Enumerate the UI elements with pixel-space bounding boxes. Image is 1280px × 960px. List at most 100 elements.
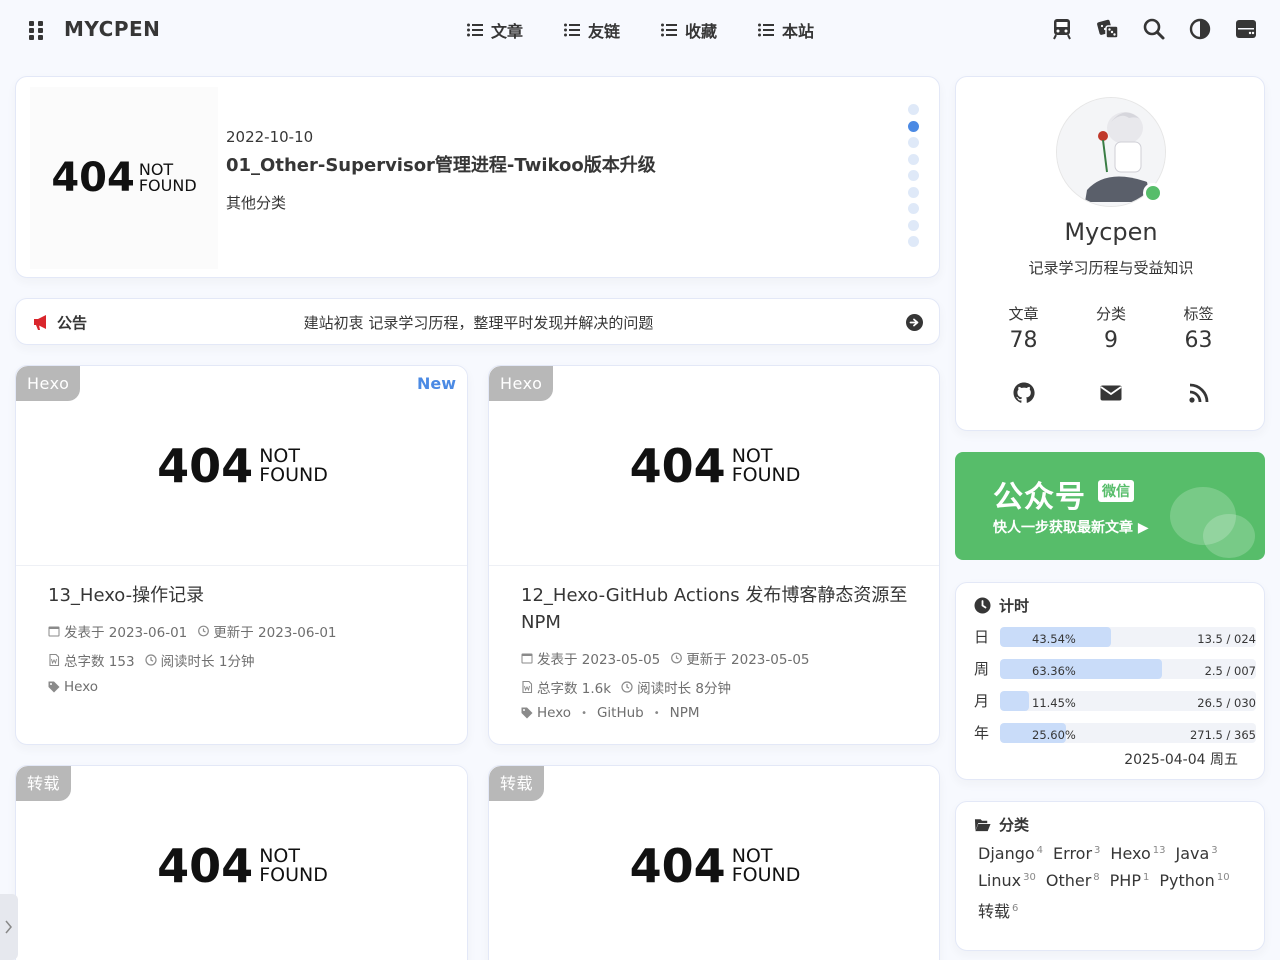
search-icon[interactable]	[1142, 17, 1166, 41]
featured-post-date: 2022-10-10	[226, 128, 314, 146]
featured-post-title[interactable]: 01_Other-Supervisor管理进程-Twikoo版本升级	[226, 151, 656, 177]
category-item[interactable]: 转载 6	[978, 898, 1018, 922]
post-tag-link[interactable]: NPM	[670, 705, 700, 721]
not-found-code: 404	[51, 155, 135, 201]
nav-link-collections[interactable]: 收藏	[660, 18, 717, 42]
author-stats: 文章 78 分类 9 标签 63	[980, 303, 1242, 353]
post-cover[interactable]: 404 NOT FOUND	[16, 766, 467, 960]
category-list: Django 4 Error 3 Hexo 13 Java 3 Linux 30 Other 8 PHP…	[978, 844, 1248, 922]
history-icon	[198, 625, 210, 637]
stat-categories[interactable]: 分类 9	[1068, 303, 1155, 353]
side-toggle-button[interactable]	[0, 894, 18, 960]
post-tag-link[interactable]: Hexo	[537, 705, 571, 721]
category-item[interactable]: Error 3	[1053, 844, 1100, 863]
timer-row-count: 26.5 / 030	[1197, 696, 1256, 710]
carousel-dot[interactable]	[908, 203, 919, 214]
category-item[interactable]: Linux 30	[978, 871, 1036, 890]
post-category-tag[interactable]: 转载	[489, 766, 545, 801]
stat-tags[interactable]: 标签 63	[1155, 303, 1242, 353]
timer-header: 计时	[974, 595, 1029, 616]
featured-post-category[interactable]: 其他分类	[226, 192, 286, 213]
dice-icon[interactable]	[1096, 17, 1120, 41]
category-count: 30	[1023, 871, 1036, 883]
post-card[interactable]: 404 NOT FOUND 转载	[488, 765, 940, 960]
train-icon[interactable]	[1050, 17, 1074, 41]
not-found-code: 404	[629, 439, 726, 493]
post-updated: 更新于 2023-06-01	[213, 625, 337, 641]
timer-progress-bar: 43.54% 13.5 / 024	[1000, 627, 1256, 647]
carousel-dot[interactable]	[908, 236, 919, 247]
timer-row-count: 2.5 / 007	[1204, 664, 1256, 678]
not-found-line2: FOUND	[731, 864, 801, 886]
post-card[interactable]: 404 NOT FOUND 转载	[15, 765, 468, 960]
timer-title: 计时	[999, 597, 1030, 615]
envelope-icon[interactable]	[1068, 381, 1155, 405]
not-found-image: 404 NOT FOUND	[16, 366, 467, 566]
nav-link-site[interactable]: 本站	[757, 18, 814, 42]
post-cover[interactable]: 404 NOT FOUND	[489, 766, 939, 960]
category-name: Django	[978, 844, 1035, 863]
console-icon[interactable]	[1234, 17, 1258, 41]
carousel-dot[interactable]	[908, 120, 919, 132]
post-tags: Hexo • GitHub • NPM	[521, 705, 700, 721]
not-found-image: 404 NOT FOUND	[16, 766, 467, 960]
post-tags: Hexo	[48, 679, 98, 695]
categories-header: 分类	[974, 814, 1029, 835]
author-card: Mycpen 记录学习历程与受益知识 文章 78 分类 9 标签 63	[955, 76, 1265, 431]
post-title[interactable]: 13_Hexo-操作记录	[48, 582, 448, 609]
post-category-tag[interactable]: Hexo	[16, 366, 81, 401]
stat-articles[interactable]: 文章 78	[980, 303, 1067, 353]
category-count: 10	[1216, 871, 1230, 883]
not-found-line2: FOUND	[259, 464, 328, 486]
carousel-dot[interactable]	[908, 104, 919, 115]
nav-link-articles[interactable]: 文章	[466, 18, 523, 42]
featured-post-card[interactable]: 404 NOT FOUND 2022-10-10 01_Other-Superv…	[15, 76, 940, 278]
carousel-dot[interactable]	[908, 153, 919, 165]
carousel-dot[interactable]	[908, 219, 919, 231]
wechat-badge: 微信	[1098, 480, 1134, 502]
rss-icon[interactable]	[1155, 381, 1242, 405]
category-item[interactable]: Other 8	[1046, 871, 1100, 890]
category-name: Hexo	[1110, 844, 1151, 863]
category-item[interactable]: Django 4	[978, 844, 1043, 863]
post-card[interactable]: 404 NOT FOUND Hexo New 13_Hexo-操作记录 发表于 …	[15, 365, 468, 745]
stat-label: 分类	[1095, 305, 1126, 323]
category-item[interactable]: Hexo 13	[1110, 844, 1165, 863]
grid-menu-icon[interactable]	[26, 20, 46, 40]
github-icon[interactable]	[980, 381, 1067, 405]
not-found-image: 404 NOT FOUND	[489, 366, 939, 566]
category-item[interactable]: Python 10	[1159, 871, 1229, 890]
category-item[interactable]: Java 3	[1176, 844, 1218, 863]
site-brand[interactable]: MYCPEN	[64, 17, 160, 41]
nav-link-friends[interactable]: 友链	[563, 18, 620, 42]
wechat-subtitle: 快人一步获取最新文章 ▶	[993, 520, 1149, 536]
wechat-banner[interactable]: 公众号 微信 快人一步获取最新文章 ▶	[955, 452, 1265, 560]
not-found-image: 404 NOT FOUND	[489, 766, 939, 960]
post-card[interactable]: 404 NOT FOUND Hexo 12_Hexo-GitHub Action…	[488, 365, 940, 745]
featured-post-thumbnail[interactable]: 404 NOT FOUND	[30, 87, 218, 269]
post-category-tag[interactable]: 转载	[16, 766, 72, 801]
history-icon	[671, 652, 683, 664]
dark-mode-icon[interactable]	[1188, 17, 1212, 41]
carousel-dot[interactable]	[908, 137, 919, 148]
carousel-dot[interactable]	[908, 186, 919, 198]
not-found-line2: FOUND	[259, 864, 328, 886]
post-word-count: 总字数 1.6k	[537, 681, 612, 697]
timer-progress-bar: 11.45% 26.5 / 030	[1000, 691, 1256, 711]
category-count: 6	[1012, 902, 1019, 914]
arrow-right-circle-icon[interactable]	[906, 314, 923, 331]
post-word-count: 总字数 153	[64, 654, 135, 670]
post-category-tag[interactable]: Hexo	[489, 366, 554, 401]
calendar-icon	[521, 653, 533, 664]
chevron-right-icon	[5, 920, 12, 934]
carousel-dot[interactable]	[908, 170, 919, 181]
post-tag-link[interactable]: GitHub	[597, 705, 644, 721]
category-item[interactable]: PHP 1	[1110, 871, 1150, 890]
post-tag-link[interactable]: Hexo	[64, 679, 98, 695]
social-links	[980, 381, 1242, 405]
stat-value: 78	[1009, 328, 1038, 353]
post-title[interactable]: 12_Hexo-GitHub Actions 发布博客静态资源至 NPM	[521, 582, 911, 636]
post-cover[interactable]: 404 NOT FOUND	[16, 366, 467, 566]
post-cover[interactable]: 404 NOT FOUND	[489, 366, 939, 566]
announcement-bar: 公告 建站初衷 记录学习历程，整理平时发现并解决的问题	[15, 298, 940, 345]
